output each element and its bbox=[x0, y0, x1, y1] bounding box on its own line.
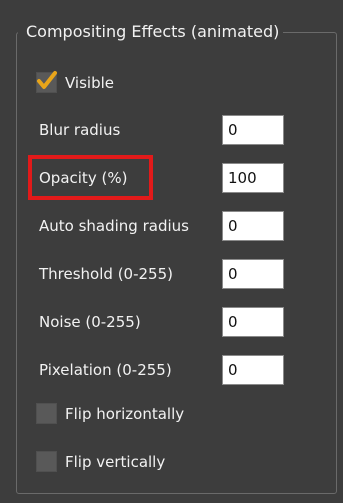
auto-shading-radius-input[interactable] bbox=[222, 211, 284, 241]
compositing-effects-group bbox=[16, 32, 337, 494]
group-title: Compositing Effects (animated) bbox=[18, 20, 284, 44]
flip-horizontally-row[interactable]: Flip horizontally bbox=[36, 403, 184, 424]
pixelation-label: Pixelation (0-255) bbox=[39, 361, 172, 379]
noise-input[interactable] bbox=[222, 307, 284, 337]
visible-label: Visible bbox=[65, 73, 114, 92]
auto-shading-radius-label: Auto shading radius bbox=[39, 217, 189, 235]
blur-radius-label: Blur radius bbox=[39, 121, 121, 139]
visible-checkbox[interactable] bbox=[36, 71, 57, 93]
threshold-input[interactable] bbox=[222, 259, 284, 289]
flip-vertically-checkbox[interactable] bbox=[36, 451, 57, 472]
flip-horizontally-checkbox[interactable] bbox=[36, 403, 57, 424]
visible-checkbox-row[interactable]: Visible bbox=[36, 71, 114, 93]
noise-label: Noise (0-255) bbox=[39, 313, 141, 331]
opacity-input[interactable] bbox=[222, 163, 284, 193]
flip-vertically-label: Flip vertically bbox=[65, 452, 166, 471]
threshold-label: Threshold (0-255) bbox=[39, 265, 173, 283]
flip-horizontally-label: Flip horizontally bbox=[65, 404, 185, 423]
flip-vertically-row[interactable]: Flip vertically bbox=[36, 451, 165, 472]
checkmark-icon bbox=[37, 71, 57, 89]
blur-radius-input[interactable] bbox=[222, 115, 284, 145]
pixelation-input[interactable] bbox=[222, 355, 284, 385]
opacity-label: Opacity (%) bbox=[39, 169, 128, 187]
